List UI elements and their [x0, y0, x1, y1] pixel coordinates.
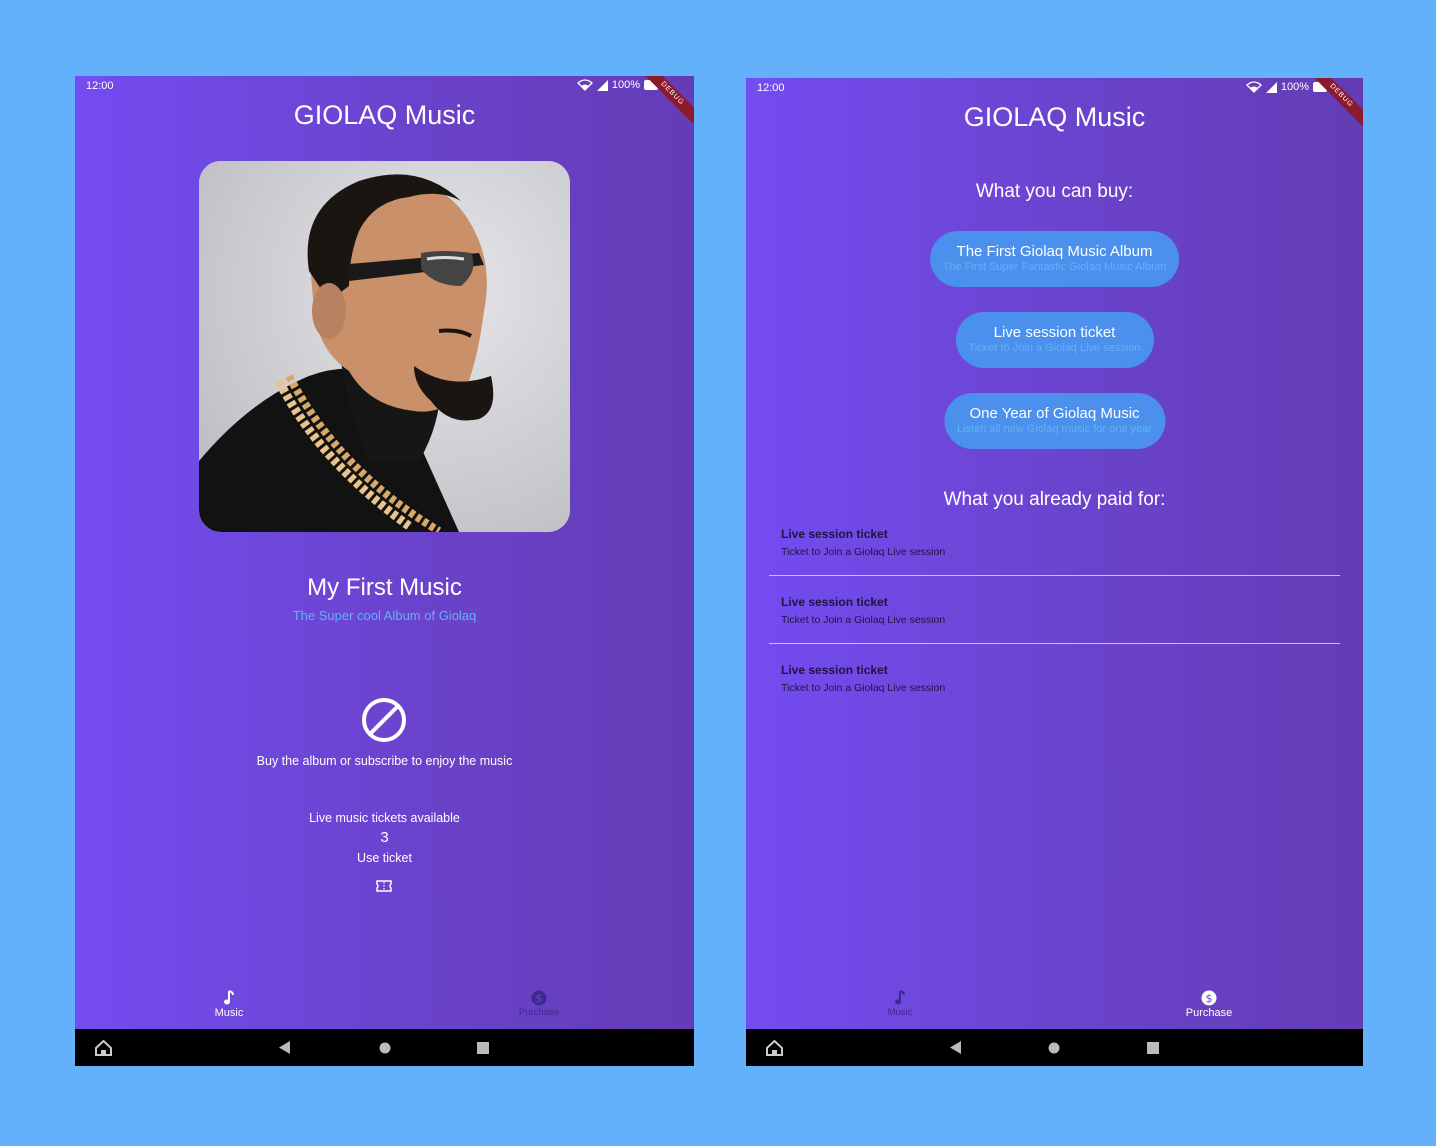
status-time: 12:00	[86, 80, 114, 92]
paid-item-title: Live session ticket	[781, 663, 888, 677]
tickets-label: Live music tickets available	[309, 811, 460, 825]
wifi-icon	[1245, 81, 1262, 93]
paid-list-item: Live session ticket Ticket to Join a Gio…	[781, 663, 945, 694]
wifi-icon	[576, 79, 593, 91]
product-button-subscription[interactable]: One Year of Giolaq Music Listen all new …	[943, 393, 1166, 449]
svg-text:$: $	[1206, 992, 1213, 1005]
use-ticket-label: Use ticket	[357, 851, 412, 865]
dollar-icon: $	[531, 990, 547, 1006]
nav-label-music: Music	[887, 1007, 913, 1018]
product-description: The First Super Fantastic Giolaq Music A…	[942, 261, 1167, 273]
home-icon[interactable]	[375, 1029, 395, 1066]
status-bar: 12:00 100% DEBUG	[746, 78, 1363, 136]
nav-item-music[interactable]: Music	[184, 990, 274, 1019]
status-time: 12:00	[757, 82, 785, 94]
dollar-icon: $	[1201, 990, 1217, 1006]
product-description: Ticket to Join a Giolaq Live session	[968, 342, 1141, 354]
nav-item-music[interactable]: Music	[855, 990, 945, 1018]
blocked-message: Buy the album or subscribe to enjoy the …	[256, 754, 513, 768]
product-title: Live session ticket	[993, 324, 1116, 341]
app-title: GIOLAQ Music	[293, 100, 476, 130]
paid-item-description: Ticket to Join a Giolaq Live session	[781, 546, 946, 558]
back-icon[interactable]	[946, 1029, 966, 1066]
paid-list-item: Live session ticket Ticket to Join a Gio…	[781, 595, 945, 626]
tickets-count: 3	[380, 829, 389, 846]
svg-text:$: $	[536, 992, 543, 1005]
product-button-album[interactable]: The First Giolaq Music Album The First S…	[929, 231, 1180, 287]
recents-icon[interactable]	[473, 1029, 493, 1066]
recents-icon[interactable]	[1143, 1029, 1163, 1066]
product-title: The First Giolaq Music Album	[956, 243, 1153, 260]
ticket-icon[interactable]	[375, 878, 393, 894]
album-art	[199, 161, 570, 532]
product-title: One Year of Giolaq Music	[969, 405, 1140, 422]
album-title: My First Music	[307, 574, 462, 601]
product-button-live-ticket[interactable]: Live session ticket Ticket to Join a Gio…	[955, 312, 1154, 368]
system-navigation-bar	[75, 1029, 694, 1066]
paid-item-title: Live session ticket	[781, 595, 888, 609]
battery-percent: 100%	[611, 79, 640, 91]
back-icon[interactable]	[275, 1029, 295, 1066]
status-indicators: 100%	[1245, 81, 1329, 93]
paid-item-description: Ticket to Join a Giolaq Live session	[781, 614, 946, 626]
block-icon	[362, 698, 406, 742]
nav-item-purchase[interactable]: $ Purchase	[1164, 990, 1254, 1019]
music-screen: 12:00 100% DEBUG GIOLAQ Music My First M…	[75, 76, 694, 1066]
buy-heading: What you can buy:	[975, 181, 1134, 202]
signal-icon	[1265, 81, 1277, 93]
home-icon[interactable]	[1044, 1029, 1064, 1066]
album-subtitle: The Super cool Album of Giolaq	[292, 608, 477, 623]
signal-icon	[596, 79, 608, 91]
paid-heading: What you already paid for:	[943, 489, 1166, 510]
paid-item-title: Live session ticket	[781, 527, 888, 541]
paid-item-description: Ticket to Join a Giolaq Live session	[781, 682, 946, 694]
purchase-screen: 12:00 100% DEBUG GIOLAQ Music What you c…	[746, 78, 1363, 1066]
music-note-icon	[895, 990, 905, 1005]
home-assistant-icon[interactable]	[93, 1029, 113, 1066]
music-note-icon	[224, 990, 234, 1005]
product-description: Listen all new Giolaq music for one year	[956, 423, 1153, 435]
home-assistant-icon[interactable]	[764, 1029, 784, 1066]
status-indicators: 100%	[576, 79, 660, 91]
list-divider	[769, 575, 1340, 576]
status-bar: 12:00 100% DEBUG	[75, 76, 694, 134]
nav-item-purchase[interactable]: $ Purchase	[494, 990, 584, 1018]
nav-label-purchase: Purchase	[518, 1007, 560, 1018]
app-title: GIOLAQ Music	[963, 102, 1146, 132]
nav-label-music: Music	[214, 1007, 244, 1019]
system-navigation-bar	[746, 1029, 1363, 1066]
paid-list-item: Live session ticket Ticket to Join a Gio…	[781, 527, 945, 558]
list-divider	[769, 643, 1340, 644]
nav-label-purchase: Purchase	[1185, 1007, 1233, 1019]
battery-percent: 100%	[1280, 81, 1309, 93]
